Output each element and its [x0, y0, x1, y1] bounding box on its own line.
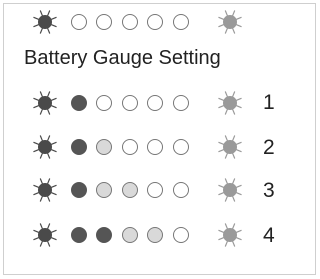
header-right-indicator-icon	[218, 10, 242, 34]
setting-2-led-2	[96, 139, 112, 155]
setting-3-led-4	[147, 182, 163, 198]
setting-number-1: 1	[263, 91, 275, 114]
setting-row-4	[33, 223, 242, 247]
setting-number-2: 2	[263, 136, 275, 159]
setting-1-led-2	[96, 95, 112, 111]
setting-3-led-3	[122, 182, 138, 198]
setting-2-led-1	[71, 139, 87, 155]
setting-1-led-3	[122, 95, 138, 111]
header-led-2	[96, 14, 112, 30]
setting-row-3	[33, 178, 242, 202]
setting-rows	[33, 91, 242, 247]
diagram-title: Battery Gauge Setting	[24, 47, 221, 69]
setting-2-led-4	[147, 139, 163, 155]
setting-1-right-indicator-icon	[218, 91, 242, 115]
setting-number-3: 3	[263, 179, 275, 202]
setting-row-1	[33, 91, 242, 115]
setting-3-led-1	[71, 182, 87, 198]
setting-4-left-indicator-icon	[33, 223, 57, 247]
setting-1-left-indicator-icon	[33, 91, 57, 115]
setting-4-led-4	[147, 227, 163, 243]
header-led-5	[173, 14, 189, 30]
header-led-3	[122, 14, 138, 30]
setting-1-led-1	[71, 95, 87, 111]
setting-1-led-5	[173, 95, 189, 111]
setting-4-right-indicator-icon	[218, 223, 242, 247]
setting-3-left-indicator-icon	[33, 178, 57, 202]
setting-4-led-3	[122, 227, 138, 243]
setting-4-led-5	[173, 227, 189, 243]
setting-number-4: 4	[263, 224, 275, 247]
setting-3-led-2	[96, 182, 112, 198]
setting-4-led-2	[96, 227, 112, 243]
setting-3-led-5	[173, 182, 189, 198]
setting-row-2	[33, 135, 242, 159]
setting-2-led-3	[122, 139, 138, 155]
header-led-row	[33, 10, 242, 34]
setting-4-led-1	[71, 227, 87, 243]
setting-2-left-indicator-icon	[33, 135, 57, 159]
setting-2-led-5	[173, 139, 189, 155]
header-led-1	[71, 14, 87, 30]
setting-1-led-4	[147, 95, 163, 111]
header-led-4	[147, 14, 163, 30]
setting-3-right-indicator-icon	[218, 178, 242, 202]
setting-2-right-indicator-icon	[218, 135, 242, 159]
header-left-indicator-icon	[33, 10, 57, 34]
